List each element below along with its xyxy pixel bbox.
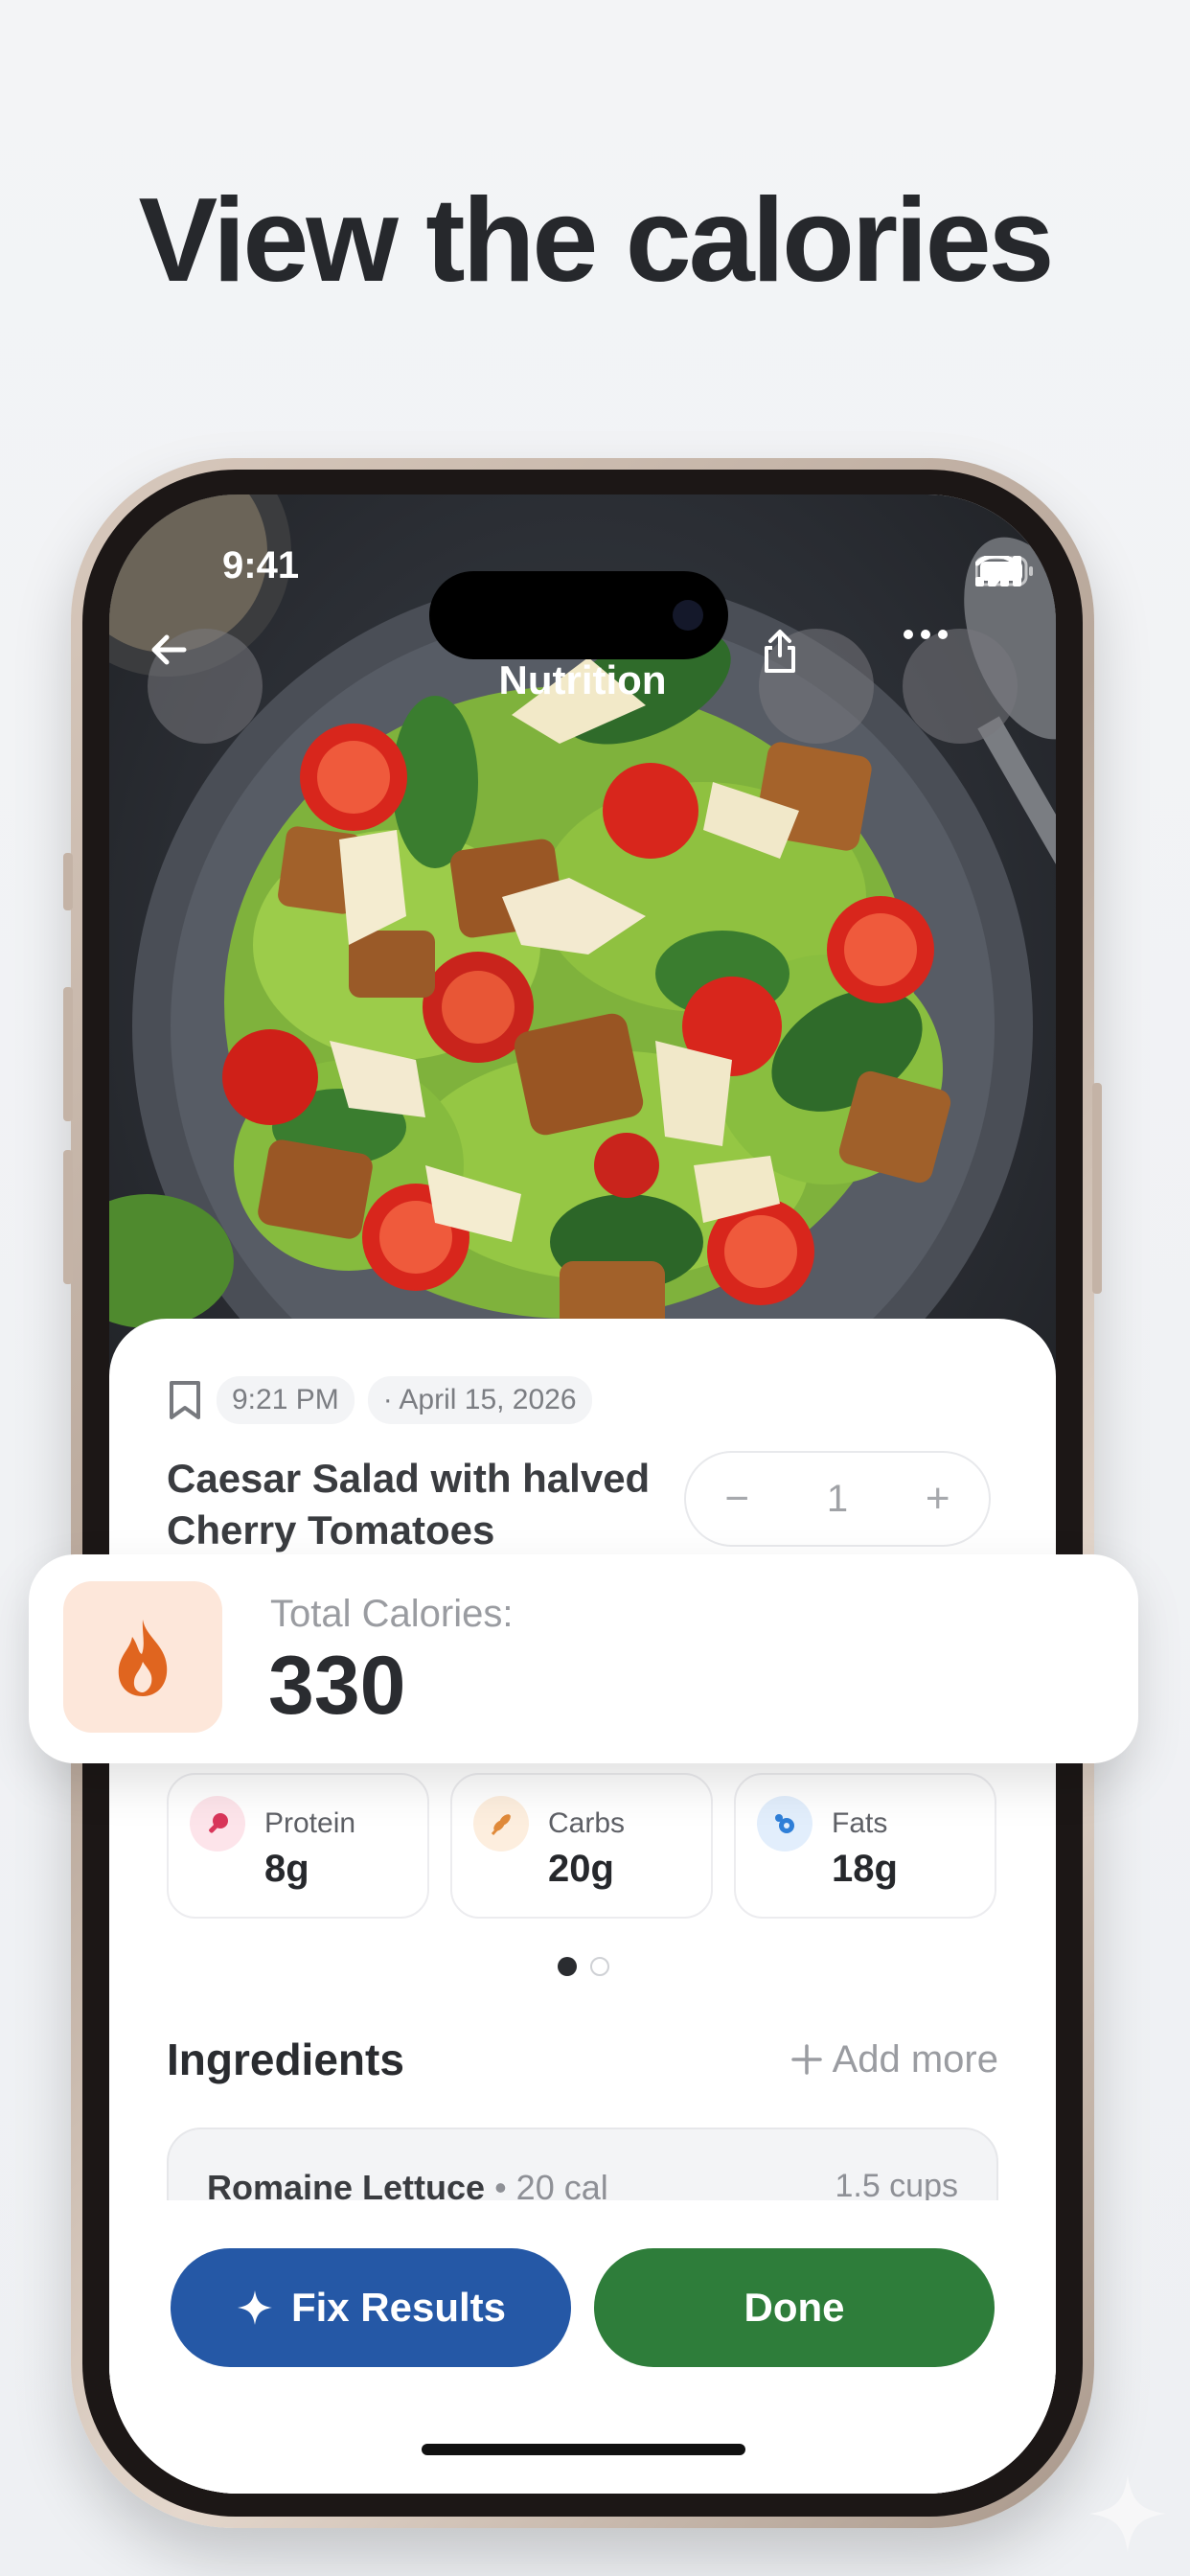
flame-badge	[63, 1581, 222, 1733]
ingredient-list: Romaine Lettuce • 20 cal 1.5 cups	[109, 2126, 1056, 2200]
front-camera	[673, 600, 703, 631]
ingredient-row[interactable]: Romaine Lettuce • 20 cal 1.5 cups	[167, 2128, 998, 2200]
done-label: Done	[744, 2285, 845, 2330]
sparkle-icon	[237, 2290, 272, 2325]
share-icon	[765, 630, 795, 673]
page-dot[interactable]	[590, 1957, 609, 1976]
dynamic-island	[429, 571, 728, 659]
ingredient-name: Romaine Lettuce • 20 cal	[207, 2168, 608, 2200]
increase-button[interactable]: +	[926, 1475, 950, 1523]
entry-date: · April 15, 2026	[367, 1376, 592, 1424]
fix-results-label: Fix Results	[290, 2285, 507, 2330]
battery-icon	[975, 556, 1033, 586]
quantity-value: 1	[826, 1477, 849, 1520]
food-name: Caesar Salad with halved Cherry Tomatoes	[167, 1456, 651, 1552]
phone-side-button	[63, 853, 73, 910]
macro-card-fats[interactable]: Fats 18g	[734, 1773, 996, 1919]
add-more-button[interactable]: Add more	[790, 2038, 998, 2082]
page-dot-active[interactable]	[558, 1957, 577, 1976]
entry-time: 9:21 PM	[217, 1376, 355, 1424]
protein-icon	[190, 1796, 245, 1852]
ingredient-calories: • 20 cal	[494, 2168, 608, 2200]
macro-card-carbs[interactable]: Carbs 20g	[450, 1773, 713, 1919]
macro-value: 8g	[264, 1848, 309, 1890]
home-indicator	[422, 2444, 745, 2455]
fix-results-button[interactable]: Fix Results	[171, 2248, 571, 2367]
status-bar: 9:41	[109, 544, 1056, 659]
ingredient-amount: 1.5 cups	[835, 2168, 958, 2200]
entry-meta: 9:21 PM · April 15, 2026	[167, 1376, 592, 1424]
ingredients-header: Ingredients Add more	[167, 2034, 998, 2085]
quantity-stepper: − 1 +	[684, 1451, 991, 1547]
fats-icon	[757, 1796, 812, 1852]
phone-volume-down	[63, 1150, 73, 1284]
watermark-sparkle-icon	[1089, 2475, 1166, 2552]
share-button[interactable]	[759, 629, 874, 744]
macro-cards: Protein 8g Carbs 20g Fats 18g	[167, 1773, 996, 1919]
ingredient-name-text: Romaine Lettuce	[207, 2168, 486, 2200]
decrease-button[interactable]: −	[724, 1475, 749, 1523]
phone-volume-up	[63, 987, 73, 1121]
bookmark-icon[interactable]	[167, 1379, 203, 1421]
macro-card-protein[interactable]: Protein 8g	[167, 1773, 429, 1919]
status-time: 9:41	[222, 544, 300, 586]
page-indicator[interactable]	[558, 1957, 609, 1976]
total-calories-card: Total Calories: 330	[29, 1554, 1138, 1763]
done-button[interactable]: Done	[594, 2248, 995, 2367]
macro-label: Protein	[264, 1807, 356, 1839]
headline: View the calories	[138, 174, 1055, 307]
calories-label: Total Calories:	[270, 1593, 514, 1635]
ingredients-title: Ingredients	[167, 2035, 404, 2084]
bottom-action-bar: Fix Results Done	[109, 2200, 1056, 2494]
more-icon	[904, 630, 948, 639]
plus-icon	[790, 2044, 822, 2075]
macro-label: Carbs	[548, 1807, 626, 1839]
phone-power-button	[1092, 1083, 1102, 1294]
more-button[interactable]	[903, 629, 1018, 744]
macro-value: 20g	[548, 1848, 614, 1890]
carbs-icon	[473, 1796, 529, 1852]
macro-value: 18g	[832, 1848, 898, 1890]
flame-icon	[118, 1620, 168, 1696]
calories-value: 330	[268, 1640, 406, 1732]
add-more-label: Add more	[832, 2037, 998, 2081]
macro-label: Fats	[832, 1807, 888, 1839]
